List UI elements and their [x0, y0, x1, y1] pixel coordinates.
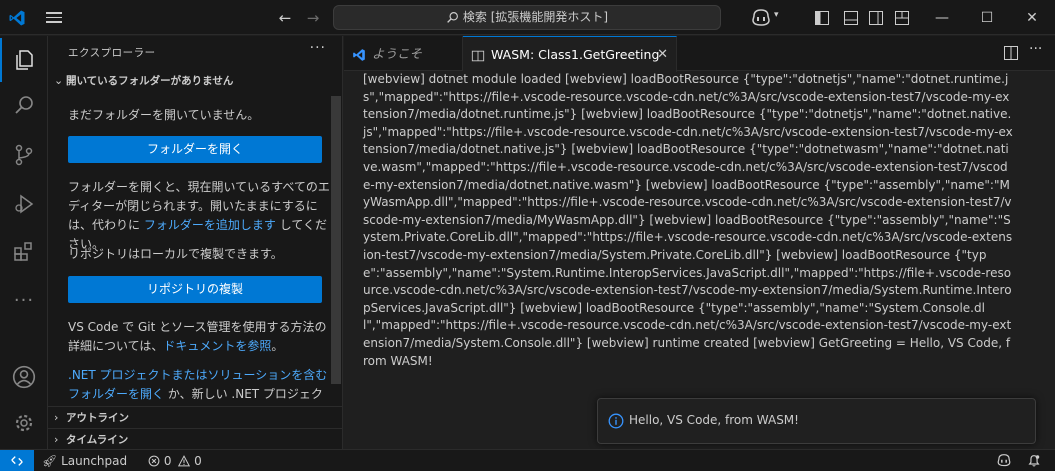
notification-message: Hello, VS Code, from WASM!	[629, 413, 799, 427]
tab-welcome[interactable]: ようこそ	[344, 36, 463, 71]
explorer-icon[interactable]	[0, 38, 48, 82]
toggle-panel-icon[interactable]	[843, 10, 859, 26]
more-views-icon[interactable]: ···	[0, 278, 48, 322]
accounts-icon[interactable]	[0, 355, 48, 399]
minimize-icon[interactable]: —	[930, 6, 954, 30]
add-folder-link[interactable]: フォルダーを追加します	[144, 218, 276, 232]
webview-preview-icon	[471, 50, 485, 61]
warning-icon	[178, 455, 191, 467]
activity-bar: ···	[0, 36, 48, 449]
tab-wasm-label: WASM: Class1.GetGreeting	[491, 47, 660, 62]
title-bar: ← → 検索 [拡張機能開発ホスト] ▾ — ☐ ✕	[0, 0, 1055, 35]
copilot-status-icon[interactable]	[996, 450, 1012, 471]
maximize-icon[interactable]: ☐	[975, 6, 999, 30]
tab-welcome-label: ようこそ	[372, 46, 423, 61]
remote-indicator-icon[interactable]	[0, 450, 34, 471]
timeline-section-label: タイムライン	[66, 434, 129, 446]
source-control-icon[interactable]	[0, 133, 48, 177]
run-and-debug-icon[interactable]	[0, 182, 48, 226]
no-folder-message: まだフォルダーを開いていません。	[68, 108, 260, 122]
dotnet-info: .NET プロジェクトまたはソリューションを含むフォルダーを開く か、新しい .…	[68, 366, 330, 406]
menu-icon[interactable]	[44, 9, 64, 27]
toggle-primary-sidebar-icon[interactable]	[814, 10, 830, 26]
problems-item[interactable]: 0 0	[148, 450, 202, 471]
extensions-icon[interactable]	[0, 230, 48, 274]
chevron-right-icon: ›	[54, 433, 59, 446]
info-icon	[608, 413, 624, 429]
explorer-sidebar: エクスプローラー ··· ⌄ 開いているフォルダーがありません まだフォルダーを開…	[48, 36, 343, 449]
clone-repository-button[interactable]: リポジトリの複製	[68, 276, 322, 303]
outline-section-header[interactable]: › アウトライン	[48, 406, 342, 428]
outline-section-label: アウトライン	[66, 412, 129, 424]
vscode-logo-icon	[9, 10, 25, 26]
clone-message: リポジトリはローカルで複製できます。	[68, 247, 283, 261]
customize-layout-icon[interactable]	[894, 10, 910, 26]
chevron-down-icon: ⌄	[54, 74, 64, 87]
chevron-right-icon: ›	[54, 411, 59, 424]
search-view-icon[interactable]	[0, 83, 48, 127]
launchpad-label: Launchpad	[61, 454, 128, 468]
error-icon	[148, 455, 160, 467]
search-label: 検索 [拡張機能開発ホスト]	[462, 10, 609, 24]
search-icon	[447, 12, 458, 23]
tab-wasm-greeting[interactable]: WASM: Class1.GetGreeting ✕	[463, 36, 677, 72]
sidebar-scrollbar[interactable]	[331, 96, 341, 384]
git-info-end: 。	[271, 339, 284, 353]
open-folder-info: フォルダーを開くと、現在開いているすべてのエディターが閉じられます。開いたままに…	[68, 178, 330, 254]
explorer-title: エクスプローラー	[68, 47, 156, 59]
more-actions-icon[interactable]: ···	[1029, 41, 1049, 57]
vscode-logo-icon	[353, 48, 365, 61]
status-bar: 🚀︎ Launchpad 0 0	[0, 449, 1055, 471]
rocket-icon: 🚀︎	[42, 454, 58, 468]
copilot-icon[interactable]	[750, 8, 772, 28]
manage-gear-icon[interactable]	[0, 401, 48, 445]
timeline-section-header[interactable]: › タイムライン	[48, 428, 342, 449]
docs-link[interactable]: ドキュメントを参照	[163, 339, 271, 353]
no-folder-section-label: 開いているフォルダーがありません	[66, 75, 234, 87]
close-window-icon[interactable]: ✕	[1020, 6, 1044, 30]
explorer-more-actions-icon[interactable]: ···	[310, 40, 326, 56]
toggle-secondary-sidebar-icon[interactable]	[868, 10, 884, 26]
editor-tabs: ようこそ WASM: Class1.GetGreeting ✕ ···	[344, 36, 1055, 72]
split-editor-icon[interactable]	[1003, 45, 1019, 61]
no-folder-section-header[interactable]: ⌄ 開いているフォルダーがありません	[48, 70, 342, 92]
command-center-search[interactable]: 検索 [拡張機能開発ホスト]	[333, 5, 721, 30]
back-arrow-icon[interactable]: ←	[275, 8, 295, 28]
close-icon[interactable]: ✕	[657, 37, 668, 72]
forward-arrow-icon[interactable]: →	[303, 8, 323, 28]
notification-toast[interactable]: Hello, VS Code, from WASM!	[597, 398, 1036, 444]
warning-count: 0	[194, 454, 202, 468]
open-folder-button[interactable]: フォルダーを開く	[68, 136, 322, 163]
webview-log-output: [webview] dotnet module loaded [webview]…	[363, 72, 1013, 368]
copilot-menu-chevron-icon[interactable]: ▾	[774, 10, 779, 20]
webview-editor: [webview] dotnet module loaded [webview]…	[344, 72, 1055, 449]
git-info: VS Code で Git とソース管理を使用する方法の詳細については、ドキュメ…	[68, 318, 330, 356]
notifications-bell-icon[interactable]	[1027, 450, 1041, 471]
launchpad-item[interactable]: 🚀︎ Launchpad	[42, 450, 127, 471]
error-count: 0	[163, 454, 172, 468]
